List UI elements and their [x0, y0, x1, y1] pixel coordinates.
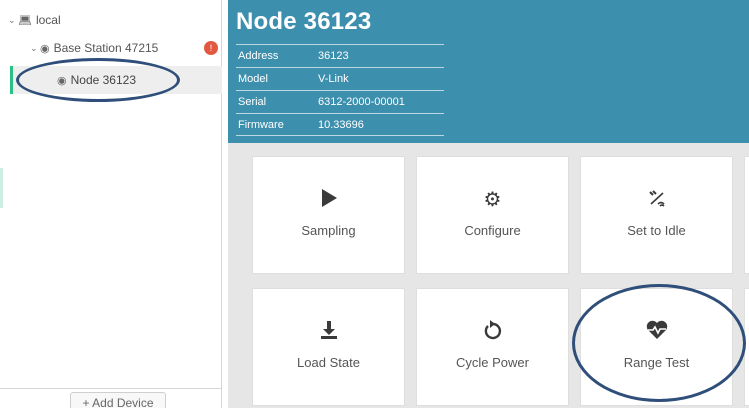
set-to-idle-label: Set to Idle — [627, 223, 686, 238]
sampling-button[interactable]: Sampling — [252, 156, 405, 274]
device-icon: ◉ — [57, 74, 67, 87]
property-value: 10.33696 — [318, 118, 364, 131]
load-state-button[interactable]: Load State — [252, 288, 405, 406]
property-row: Serial 6312-2000-00001 — [236, 90, 444, 113]
device-sidebar: ⌄ 💻︎ local ⌄ ◉ Base Station 47215 ! ◉ No… — [0, 0, 222, 408]
range-test-button[interactable]: Range Test — [580, 288, 733, 406]
property-value: 36123 — [318, 50, 349, 62]
scroll-indicator — [0, 168, 3, 208]
partial-tile[interactable] — [744, 288, 749, 406]
gear-icon: ⚙︎ — [483, 189, 502, 211]
tree-item-base-station[interactable]: ⌄ ◉ Base Station 47215 ! — [30, 36, 220, 60]
configure-label: Configure — [464, 223, 521, 238]
divider — [0, 388, 222, 389]
property-row: Address 36123 — [236, 44, 444, 67]
property-value: V-Link — [318, 73, 349, 85]
tree-item-node-label: Node 36123 — [70, 73, 136, 87]
play-icon — [253, 187, 404, 213]
tree-item-base-station-label: Base Station 47215 — [53, 41, 159, 55]
heartbeat-icon — [581, 319, 732, 345]
add-device-button[interactable]: + Add Device — [70, 392, 166, 408]
chevron-down-icon[interactable]: ⌄ — [30, 43, 40, 54]
property-row: Firmware 10.33696 — [236, 113, 444, 136]
property-row: Model V-Link — [236, 67, 444, 90]
tree-item-local[interactable]: ⌄ 💻︎ local — [8, 8, 61, 32]
download-icon — [253, 319, 404, 345]
chevron-down-icon[interactable]: ⌄ — [8, 15, 18, 26]
alert-badge: ! — [204, 41, 218, 55]
sampling-label: Sampling — [301, 223, 356, 238]
partial-tile[interactable] — [744, 156, 749, 274]
node-header: Node 36123 Address 36123 Model V-Link Se… — [228, 0, 749, 143]
page-title: Node 36123 — [236, 8, 372, 35]
property-key: Address — [238, 50, 279, 62]
property-key: Model — [238, 73, 268, 85]
tree-item-node[interactable]: ◉ Node 36123 — [10, 66, 222, 94]
range-test-label: Range Test — [623, 355, 690, 370]
idle-signal-icon — [581, 187, 732, 213]
cycle-power-label: Cycle Power — [456, 355, 529, 370]
property-value: 6312-2000-00001 — [318, 96, 405, 108]
device-icon: ◉ — [40, 42, 50, 55]
configure-button[interactable]: ⚙︎ Configure — [416, 156, 569, 274]
refresh-icon — [417, 319, 568, 345]
node-properties: Address 36123 Model V-Link Serial 6312-2… — [236, 44, 444, 136]
app-window: ⌄ 💻︎ local ⌄ ◉ Base Station 47215 ! ◉ No… — [0, 0, 749, 408]
property-key: Serial — [238, 96, 267, 108]
tree-item-local-label: local — [35, 13, 61, 27]
load-state-label: Load State — [297, 355, 360, 370]
cycle-power-button[interactable]: Cycle Power — [416, 288, 569, 406]
laptop-icon: 💻︎ — [18, 14, 32, 27]
set-to-idle-button[interactable]: Set to Idle — [580, 156, 733, 274]
property-key: Firmware — [238, 118, 284, 131]
action-panel: Sampling ⚙︎ Configure Set to Idle Load S… — [228, 143, 749, 408]
